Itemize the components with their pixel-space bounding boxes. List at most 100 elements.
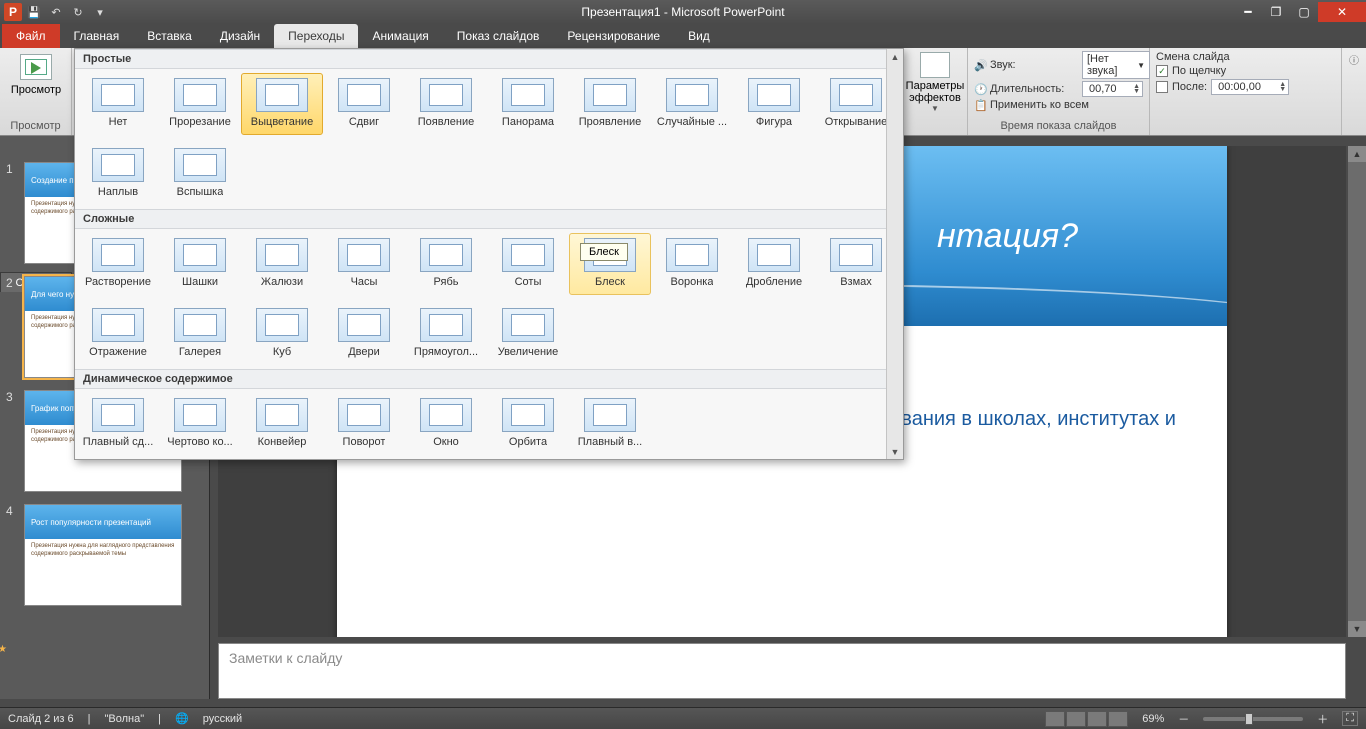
transition-label: Прорезание bbox=[169, 116, 231, 128]
transition-увеличение[interactable]: Увеличение bbox=[487, 303, 569, 365]
transition-случайные-[interactable]: Случайные ... bbox=[651, 73, 733, 135]
transition-label: Поворот bbox=[343, 436, 386, 448]
transition-прямоугол-[interactable]: Прямоугол... bbox=[405, 303, 487, 365]
notes-pane[interactable]: Заметки к слайду bbox=[218, 643, 1346, 699]
transition-жалюзи[interactable]: Жалюзи bbox=[241, 233, 323, 295]
minimize-button[interactable]: ━ bbox=[1234, 2, 1262, 22]
apply-all-button[interactable]: Применить ко всем bbox=[990, 99, 1089, 111]
scroll-up-icon[interactable]: ▲ bbox=[887, 49, 903, 64]
maximize-button[interactable]: ▢ bbox=[1290, 2, 1318, 22]
view-slideshow-button[interactable] bbox=[1108, 711, 1128, 727]
tab-view[interactable]: Вид bbox=[674, 24, 724, 48]
transition-label: Плавный сд... bbox=[83, 436, 154, 448]
transition-соты[interactable]: Соты bbox=[487, 233, 569, 295]
effect-options-button[interactable]: Параметры эффектов ▼ bbox=[902, 50, 968, 113]
vertical-scrollbar[interactable]: ▲▼ bbox=[1348, 146, 1366, 637]
tab-file[interactable]: Файл bbox=[2, 24, 60, 48]
transition-часы[interactable]: Часы bbox=[323, 233, 405, 295]
transition-thumb bbox=[174, 398, 226, 432]
transition-прорезание[interactable]: Прорезание bbox=[159, 73, 241, 135]
after-spinner[interactable]: 00:00,00▲▼ bbox=[1211, 79, 1289, 95]
close-button[interactable]: ✕ bbox=[1318, 2, 1366, 22]
transition-thumb bbox=[174, 308, 226, 342]
transition-thumb bbox=[174, 148, 226, 182]
on-click-checkbox[interactable]: ✓ bbox=[1156, 65, 1168, 77]
transition-открывание[interactable]: Открывание bbox=[815, 73, 897, 135]
transition-фигура[interactable]: Фигура bbox=[733, 73, 815, 135]
undo-button[interactable]: ↶ bbox=[46, 2, 66, 22]
zoom-out-button[interactable]: － bbox=[1178, 711, 1189, 727]
transition-нет[interactable]: Нет bbox=[77, 73, 159, 135]
transition-конвейер[interactable]: Конвейер bbox=[241, 393, 323, 455]
transition-двери[interactable]: Двери bbox=[323, 303, 405, 365]
gallery-scrollbar[interactable]: ▲ ▼ bbox=[886, 49, 903, 459]
ribbon-help-icon[interactable]: ⓘ bbox=[1342, 48, 1366, 135]
transition-плавный-сд-[interactable]: Плавный сд... bbox=[77, 393, 159, 455]
transition-рябь[interactable]: Рябь bbox=[405, 233, 487, 295]
tab-animations[interactable]: Анимация bbox=[358, 24, 442, 48]
transition-панорама[interactable]: Панорама bbox=[487, 73, 569, 135]
tab-design[interactable]: Дизайн bbox=[206, 24, 274, 48]
tab-transitions[interactable]: Переходы bbox=[274, 24, 358, 48]
transition-взмах[interactable]: Взмах bbox=[815, 233, 897, 295]
transition-thumb bbox=[502, 238, 554, 272]
duration-spinner[interactable]: 00,70▲▼ bbox=[1082, 81, 1143, 97]
transition-label: Наплыв bbox=[98, 186, 138, 198]
transition-label: Куб bbox=[273, 346, 291, 358]
transition-label: Орбита bbox=[509, 436, 547, 448]
zoom-slider[interactable] bbox=[1203, 717, 1303, 721]
transition-label: Окно bbox=[433, 436, 459, 448]
transition-thumb bbox=[666, 238, 718, 272]
sound-icon: 🔊 bbox=[974, 59, 986, 71]
transition-растворение[interactable]: Растворение bbox=[77, 233, 159, 295]
tab-insert[interactable]: Вставка bbox=[133, 24, 206, 48]
tab-slideshow[interactable]: Показ слайдов bbox=[443, 24, 554, 48]
qat-customize[interactable]: ▾ bbox=[90, 2, 110, 22]
tab-review[interactable]: Рецензирование bbox=[553, 24, 674, 48]
transition-отражение[interactable]: Отражение bbox=[77, 303, 159, 365]
transition-вспышка[interactable]: Вспышка bbox=[159, 143, 241, 205]
restore-button[interactable]: ❐ bbox=[1262, 2, 1290, 22]
transition-куб[interactable]: Куб bbox=[241, 303, 323, 365]
scroll-down-icon[interactable]: ▼ bbox=[887, 444, 903, 459]
transition-орбита[interactable]: Орбита bbox=[487, 393, 569, 455]
transition-окно[interactable]: Окно bbox=[405, 393, 487, 455]
transition-проявление[interactable]: Проявление bbox=[569, 73, 651, 135]
fit-window-button[interactable]: ⛶ bbox=[1342, 711, 1358, 726]
transition-label: Галерея bbox=[179, 346, 221, 358]
transition-плавный-в-[interactable]: Плавный в... bbox=[569, 393, 651, 455]
view-normal-button[interactable] bbox=[1045, 711, 1065, 727]
gallery-row: Плавный сд... Чертово ко... Конвейер Поворо… bbox=[75, 389, 903, 459]
transition-дробление[interactable]: Дробление bbox=[733, 233, 815, 295]
transition-шашки[interactable]: Шашки bbox=[159, 233, 241, 295]
slide-number: 3 bbox=[6, 390, 18, 492]
status-language[interactable]: русский bbox=[203, 713, 242, 725]
transition-появление[interactable]: Появление bbox=[405, 73, 487, 135]
sound-combo[interactable]: [Нет звука]▼ bbox=[1082, 51, 1150, 79]
transition-thumb bbox=[420, 78, 472, 112]
view-sorter-button[interactable] bbox=[1066, 711, 1086, 727]
transition-label: Проявление bbox=[579, 116, 642, 128]
transition-воронка[interactable]: Воронка bbox=[651, 233, 733, 295]
view-reading-button[interactable] bbox=[1087, 711, 1107, 727]
gallery-category-header: Динамическое содержимое bbox=[75, 369, 903, 389]
zoom-value[interactable]: 69% bbox=[1142, 713, 1164, 725]
after-checkbox[interactable] bbox=[1156, 81, 1168, 93]
transition-поворот[interactable]: Поворот bbox=[323, 393, 405, 455]
transition-label: Конвейер bbox=[258, 436, 307, 448]
zoom-in-button[interactable]: ＋ bbox=[1317, 711, 1328, 727]
transition-сдвиг[interactable]: Сдвиг bbox=[323, 73, 405, 135]
slide-number: 1 bbox=[6, 162, 18, 264]
transition-чертово-ко-[interactable]: Чертово ко... bbox=[159, 393, 241, 455]
transition-выцветание[interactable]: Выцветание bbox=[241, 73, 323, 135]
save-button[interactable]: 💾 bbox=[24, 2, 44, 22]
redo-button[interactable]: ↻ bbox=[68, 2, 88, 22]
gallery-category-header: Простые bbox=[75, 49, 903, 69]
transition-наплыв[interactable]: Наплыв bbox=[77, 143, 159, 205]
transition-label: Плавный в... bbox=[578, 436, 642, 448]
preview-button[interactable]: Просмотр bbox=[6, 50, 66, 96]
transition-галерея[interactable]: Галерея bbox=[159, 303, 241, 365]
tab-home[interactable]: Главная bbox=[60, 24, 134, 48]
gallery-row: Нет Прорезание ВыцветаниеСдвигПоявлениеПан… bbox=[75, 69, 903, 139]
slide-thumbnail[interactable]: 4Рост популярности презентацийПрезентаци… bbox=[0, 498, 209, 612]
